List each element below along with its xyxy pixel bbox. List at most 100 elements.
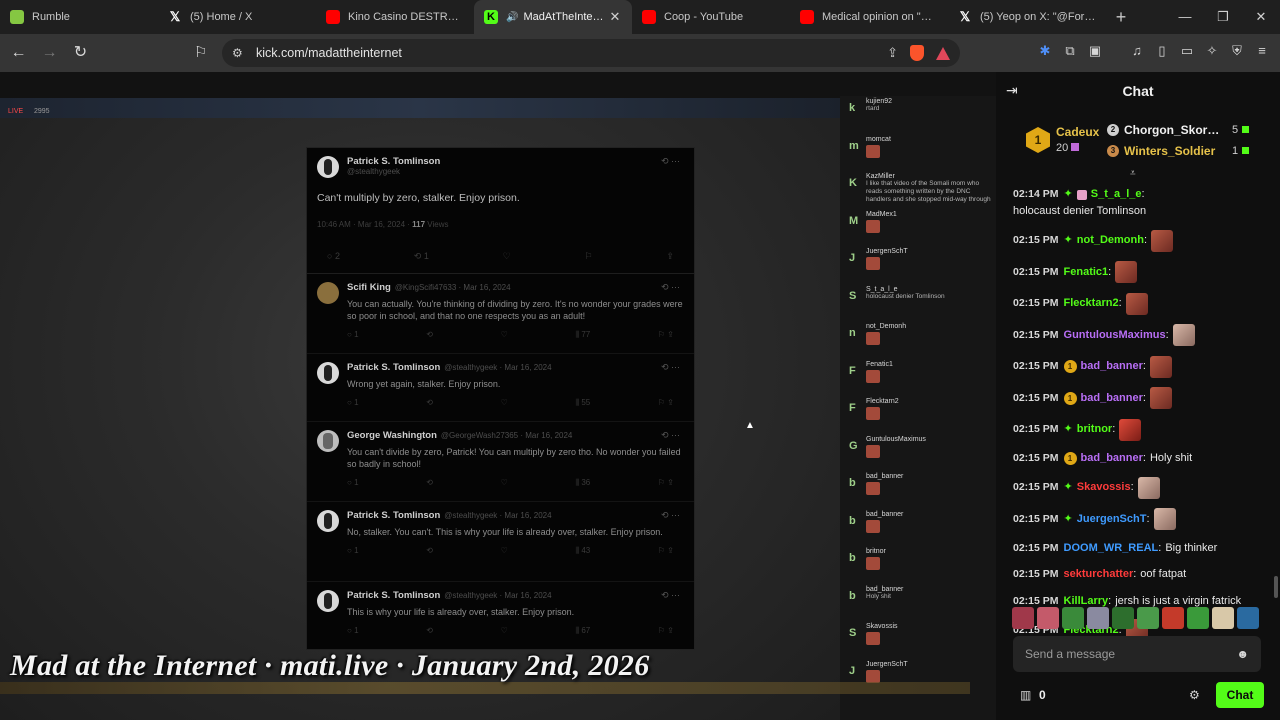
subscriber-badge-icon: ✦	[1063, 423, 1073, 435]
brave-shields-icon[interactable]	[910, 45, 924, 61]
message-username[interactable]: bad_banner	[1081, 450, 1143, 467]
message-username[interactable]: DOOM_WR_REAL	[1064, 540, 1159, 557]
sidebar-icon[interactable]: ▯	[1154, 42, 1170, 60]
emote-image	[1137, 476, 1160, 499]
video-player[interactable]: LIVE 2995 Patrick S. Tomlinson @stealthy…	[0, 72, 996, 720]
expand-leaderboard-icon[interactable]: ⩡	[1130, 168, 1136, 179]
overlay-chat-msg: Holy shit	[866, 592, 891, 600]
screenshot-icon[interactable]: ▣	[1087, 42, 1103, 60]
overlay-chat-item: b bad_banner	[840, 509, 996, 547]
leaderboard-third[interactable]: 3 Winters_Soldier	[1107, 144, 1215, 158]
chat-message: 02:15 PM ✦ britnor:	[1013, 418, 1273, 441]
channel-points-icon[interactable]: ▥	[1020, 688, 1031, 702]
puzzle-icon[interactable]: ⧉	[1062, 42, 1078, 60]
close-window-button[interactable]: ✕	[1242, 0, 1280, 34]
views-icon: ⫼ 55	[575, 398, 591, 407]
new-tab-button[interactable]: +	[1106, 0, 1136, 34]
colon: :	[1108, 265, 1112, 278]
quick-emote-button[interactable]	[1037, 607, 1059, 629]
quick-emote-button[interactable]	[1137, 607, 1159, 629]
message-username[interactable]: bad_banner	[1081, 358, 1143, 375]
quick-emote-button[interactable]	[1237, 607, 1259, 629]
reload-button[interactable]: ↻	[68, 39, 93, 67]
message-timestamp: 02:15 PM	[1013, 328, 1059, 341]
message-timestamp: 02:15 PM	[1013, 423, 1059, 435]
quick-emote-button[interactable]	[1112, 607, 1134, 629]
colon: :	[1112, 423, 1116, 435]
message-username[interactable]: bad_banner	[1081, 390, 1143, 407]
views-icon: ⫼ 67	[575, 626, 591, 635]
audio-playing-icon[interactable]: 🔊	[506, 12, 518, 23]
collapse-chat-icon[interactable]: ⇥	[1006, 82, 1018, 99]
tab-4[interactable]: Coop - YouTube	[632, 0, 790, 34]
chat-scrollbar[interactable]	[1274, 576, 1278, 598]
minimize-button[interactable]: —	[1166, 0, 1204, 34]
extensions-area: ✱ ⧉ ▣ ♫ ▯ ▭ ✧ ⛨ ≡	[1037, 42, 1270, 60]
quick-emote-button[interactable]	[1162, 607, 1184, 629]
caption-background	[0, 682, 970, 694]
vpn-icon[interactable]: ⛨	[1229, 42, 1245, 60]
quick-emote-button[interactable]	[1187, 607, 1209, 629]
reply-text: This is why your life is already over, s…	[347, 607, 575, 617]
colon: :	[1143, 234, 1148, 246]
overlay-chat-name: kujien92	[866, 98, 893, 105]
overlay-chat-letter: S	[849, 289, 857, 302]
kick-icon: K	[484, 10, 498, 24]
site-info-icon[interactable]: ⚙	[232, 46, 250, 60]
leo-icon[interactable]: ✧	[1204, 42, 1220, 60]
message-username[interactable]: Flecktarn2	[1064, 295, 1119, 312]
url-text[interactable]: kick.com/madattheinternet	[256, 46, 402, 60]
music-icon[interactable]: ♫	[1129, 42, 1145, 60]
quick-emote-button[interactable]	[1087, 607, 1109, 629]
wallet-icon[interactable]: ▭	[1179, 42, 1195, 60]
quick-emote-button[interactable]	[1012, 607, 1034, 629]
send-chat-button[interactable]: Chat	[1216, 682, 1264, 708]
share-icon[interactable]: ⇪	[887, 45, 898, 61]
more-icon: ⟲ ⋯	[660, 510, 680, 520]
forward-button[interactable]: →	[37, 39, 62, 67]
reply-tweet: George Washington @GeorgeWash27365 · Mar …	[307, 422, 694, 502]
repost-icon: ⟲ 1	[413, 251, 429, 261]
message-username[interactable]: JuergenSchT	[1077, 511, 1147, 528]
message-username[interactable]: britnor	[1077, 421, 1112, 438]
address-bar[interactable]: ⚙ kick.com/madattheinternet ⇪	[222, 39, 960, 67]
message-username[interactable]: sekturchatter	[1064, 566, 1134, 583]
gear-icon[interactable]: ⚙	[1189, 688, 1200, 702]
message-text: Holy shit	[1149, 452, 1193, 464]
tab-2[interactable]: Kino Casino DESTROYS DS	[316, 0, 474, 34]
bookmark-icon[interactable]: ⚐	[194, 43, 207, 61]
brave-rewards-icon[interactable]	[936, 46, 950, 60]
message-username[interactable]: GuntulousMaximus	[1064, 327, 1166, 344]
leaderboard-first-name[interactable]: Cadeux	[1056, 125, 1099, 139]
message-username[interactable]: not_Demonh	[1077, 232, 1144, 249]
extension-blue-icon[interactable]: ✱	[1037, 42, 1053, 60]
message-username[interactable]: Fenatic1	[1064, 264, 1109, 281]
close-tab-icon[interactable]: ✕	[608, 10, 622, 24]
colon: :	[1158, 541, 1162, 554]
overlay-chat-letter: K	[849, 177, 857, 189]
emote-image	[866, 669, 880, 683]
maximize-button[interactable]: ❐	[1204, 0, 1242, 34]
live-badge: LIVE	[8, 108, 24, 115]
message-username[interactable]: S_t_a_l_e	[1091, 186, 1142, 203]
message-timestamp: 02:15 PM	[1013, 297, 1059, 309]
menu-icon[interactable]: ≡	[1254, 42, 1270, 60]
tab-3[interactable]: K 🔊 MadAtTheInternet ✕	[474, 0, 632, 34]
quick-emote-button[interactable]	[1212, 607, 1234, 629]
leaderboard-second[interactable]: 2 Chorgon_Skor…	[1107, 123, 1219, 137]
chat-message: 02:15 PM DOOM_WR_REAL: Big thinker	[1013, 540, 1273, 557]
message-username[interactable]: Skavossis	[1077, 479, 1131, 496]
quick-emote-button[interactable]	[1062, 607, 1084, 629]
chat-message-input[interactable]	[1025, 647, 1237, 661]
emoji-icon[interactable]: ☻	[1236, 647, 1249, 661]
emote-image	[866, 369, 880, 383]
tab-1[interactable]: 𝕏 (5) Home / X	[158, 0, 316, 34]
back-button[interactable]: ←	[6, 39, 31, 67]
reply-actions: ○ 1 ⟲ ♡ ⫼ 67 ⚐ ⇪	[347, 626, 684, 636]
tab-5[interactable]: Medical opinion on "Cyra	[790, 0, 948, 34]
message-timestamp: 02:15 PM	[1013, 568, 1059, 580]
tab-0[interactable]: Rumble	[0, 0, 158, 34]
reply-author: Scifi King	[347, 282, 391, 293]
tweet-time: 10:46 AM · Mar 16, 2024 ·	[317, 220, 413, 229]
tab-6[interactable]: 𝕏 (5) Yeop on X: "@Forsaken	[948, 0, 1106, 34]
